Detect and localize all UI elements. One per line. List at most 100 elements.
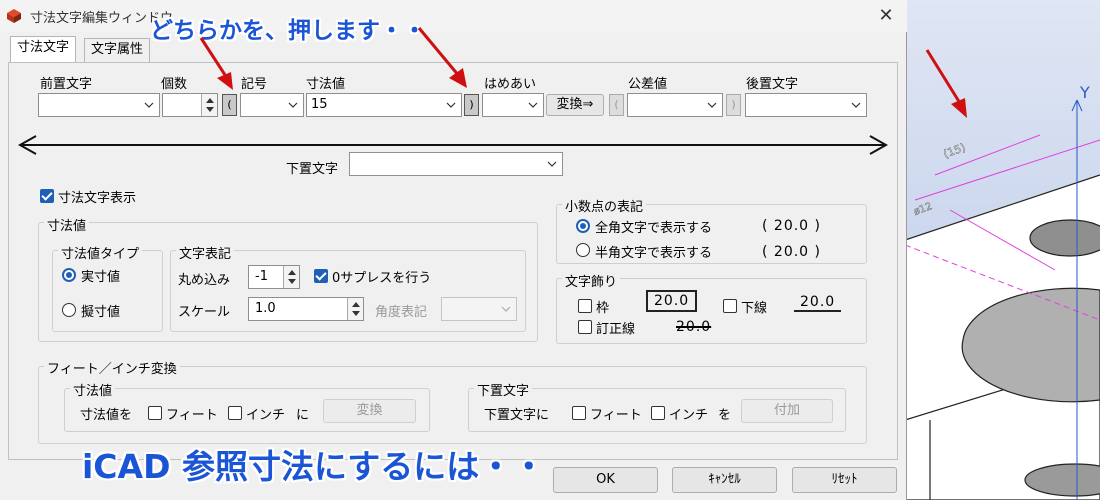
scale-value: 1.0 (255, 301, 276, 316)
chevron-down-icon (501, 306, 511, 312)
angle-combo[interactable] (441, 297, 517, 321)
dim-value-label: 寸法値 (306, 77, 346, 92)
prefix-label: 前置文字 (40, 77, 93, 92)
underline-checkbox[interactable] (723, 299, 737, 313)
under-feet-label: フィート (590, 408, 642, 423)
app-icon (7, 9, 21, 23)
annotation-bottom: iCAD 参照寸法にするには・・ (82, 447, 546, 486)
scale-spinner[interactable]: 1.0 (248, 297, 364, 321)
show-dim-text-label: 寸法文字表示 (58, 191, 137, 206)
spin-up-icon[interactable] (288, 270, 296, 275)
under-feet-checkbox[interactable] (572, 406, 586, 420)
chevron-down-icon (851, 102, 861, 108)
actual-value-radio[interactable] (62, 268, 76, 282)
feet-inch-dim-prefix: 寸法値を (80, 408, 133, 423)
rounding-value: -1 (255, 269, 268, 284)
suffix-label: 後置文字 (746, 77, 799, 92)
bracket-right-button[interactable]: ) (464, 94, 479, 116)
spin-down-icon[interactable] (288, 279, 296, 284)
fullwidth-sample: ( 20.0 ) (762, 218, 821, 234)
chevron-down-icon (446, 102, 456, 108)
feet-inch-group-title: フィート／インチ変換 (44, 358, 180, 377)
strike-label: 訂正線 (596, 322, 636, 337)
feet-inch-under-title: 下置文字 (474, 380, 533, 399)
frame-checkbox[interactable] (578, 299, 592, 313)
dim-suffix-label: に (296, 408, 310, 423)
zero-suppress-checkbox[interactable] (314, 269, 328, 283)
dim-value-combo[interactable]: 15 (306, 93, 462, 117)
convert-button[interactable]: 変換⇒ (546, 94, 604, 116)
fullwidth-radio[interactable] (576, 219, 590, 233)
halfwidth-label: 半角文字で表示する (595, 246, 713, 261)
angle-label: 角度表記 (375, 305, 428, 320)
tolerance-combo[interactable] (627, 93, 723, 117)
actual-value-label: 実寸値 (81, 270, 121, 285)
feet-inch-dim-title: 寸法値 (70, 380, 116, 399)
pseudo-value-radio[interactable] (62, 303, 76, 317)
text-notation-group-title: 文字表記 (176, 243, 235, 262)
fit-combo[interactable] (482, 93, 544, 117)
chevron-down-icon (144, 102, 154, 108)
y-axis-label: Y (1079, 83, 1090, 102)
zero-suppress-label: 0サプレスを行う (332, 271, 432, 286)
feet-inch-append-button[interactable]: 付加 (741, 399, 833, 423)
symbol-combo[interactable] (240, 93, 304, 117)
bracket-left-button[interactable]: ( (222, 94, 237, 116)
tab-text-attributes[interactable]: 文字属性 (84, 38, 151, 62)
feet-inch-under-prefix: 下置文字に (484, 408, 550, 423)
under-suffix-label: を (718, 408, 732, 423)
cancel-button[interactable]: ｷｬﾝｾﾙ (672, 467, 777, 493)
dim-inch-checkbox[interactable] (228, 406, 242, 420)
spin-up-icon[interactable] (206, 98, 214, 103)
pseudo-value-label: 擬寸値 (81, 305, 121, 320)
under-text-label: 下置文字 (286, 162, 339, 177)
spinner-arrows[interactable] (347, 298, 363, 320)
count-spinner[interactable] (162, 93, 218, 117)
small-hole (1029, 219, 1100, 257)
spin-down-icon[interactable] (352, 311, 360, 316)
dim-feet-checkbox[interactable] (148, 406, 162, 420)
halfwidth-sample: ( 20.0 ) (762, 244, 821, 260)
fullwidth-label: 全角文字で表示する (595, 221, 713, 236)
red-arrow-left (199, 37, 233, 90)
underline-sample: 20.0 (794, 294, 842, 312)
tab-dimension-text[interactable]: 寸法文字 (10, 36, 77, 63)
chevron-down-icon (547, 161, 557, 167)
tolerance-bracket-right-button[interactable]: ) (726, 94, 741, 116)
feet-inch-convert-button[interactable]: 変換 (323, 399, 416, 423)
dim-feet-label: フィート (166, 408, 218, 423)
tolerance-bracket-left-button[interactable]: ( (609, 94, 624, 116)
underline-label: 下線 (741, 301, 768, 316)
spinner-arrows[interactable] (283, 266, 299, 288)
strike-sample: 20.0 (676, 319, 712, 335)
show-dim-text-checkbox[interactable] (40, 189, 54, 203)
red-arrow-right (417, 27, 467, 88)
scale-label: スケール (178, 305, 231, 320)
frame-label: 枠 (596, 301, 610, 316)
prefix-combo[interactable] (38, 93, 160, 117)
count-label: 個数 (161, 77, 188, 92)
rounding-spinner[interactable]: -1 (248, 265, 300, 289)
chevron-down-icon (707, 102, 717, 108)
dim-value: 15 (311, 97, 328, 112)
under-text-combo[interactable] (349, 152, 563, 176)
rounding-label: 丸め込み (178, 273, 231, 288)
spin-down-icon[interactable] (206, 107, 214, 112)
tolerance-label: 公差値 (628, 77, 668, 92)
cad-viewport[interactable]: Y (15) ø12 (905, 0, 1100, 500)
close-button[interactable]: ✕ (873, 3, 899, 29)
fit-label: はめあい (484, 77, 537, 92)
chevron-down-icon (528, 102, 538, 108)
spinner-arrows[interactable] (201, 94, 217, 116)
ok-button[interactable]: OK (553, 467, 658, 493)
under-inch-label: インチ (669, 408, 709, 423)
dim-value-group-title: 寸法値 (44, 215, 90, 234)
reset-button[interactable]: ﾘｾｯﾄ (792, 467, 897, 493)
halfwidth-radio[interactable] (576, 243, 590, 257)
strike-checkbox[interactable] (578, 320, 592, 334)
under-inch-checkbox[interactable] (651, 406, 665, 420)
dim-inch-label: インチ (246, 408, 286, 423)
dim-type-group-title: 寸法値タイプ (58, 243, 143, 262)
suffix-combo[interactable] (745, 93, 867, 117)
spin-up-icon[interactable] (352, 302, 360, 307)
